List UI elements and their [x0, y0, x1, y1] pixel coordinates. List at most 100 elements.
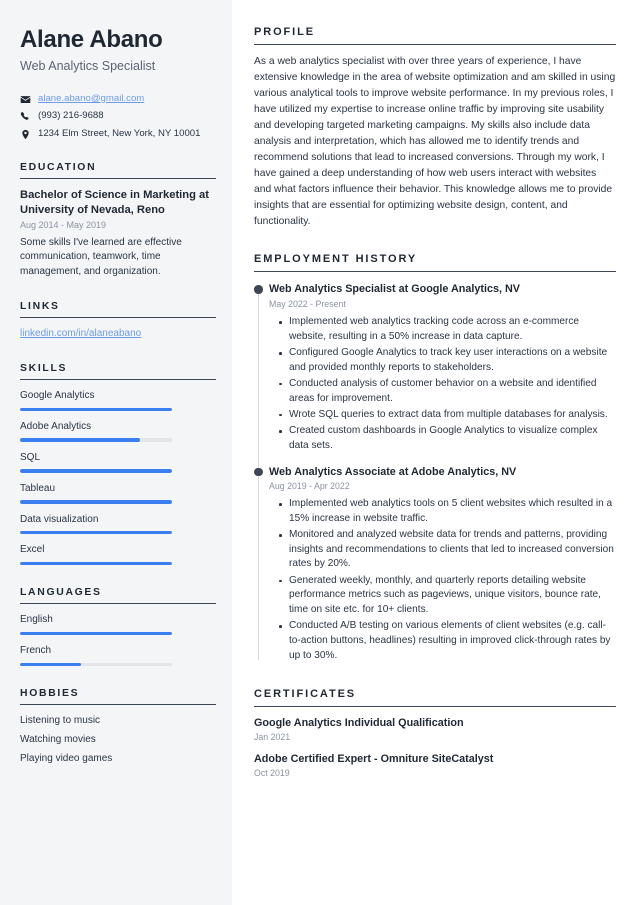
skill-label: Data visualization	[20, 513, 99, 525]
employment-bullet: Conducted analysis of customer behavior …	[279, 377, 616, 406]
section-certificates: CERTIFICATES Google Analytics Individual…	[254, 688, 616, 780]
resume-document: Alane Abano Web Analytics Specialist ala…	[0, 0, 640, 905]
contact-item: (993) 216-9688	[20, 110, 216, 122]
certificate-name: Adobe Certified Expert - Omniture SiteCa…	[254, 753, 494, 766]
contact-item: 1234 Elm Street, New York, NY 10001	[20, 128, 216, 140]
section-links: LINKS linkedin.com/in/alaneabano	[20, 301, 216, 341]
employment-bullet: Wrote SQL queries to extract data from m…	[279, 408, 616, 423]
skill-label: Excel	[20, 544, 45, 556]
employment-bullet: Conducted A/B testing on various element…	[279, 619, 616, 663]
certificate-item: Adobe Certified Expert - Omniture SiteCa…	[254, 752, 616, 779]
section-heading-education: EDUCATION	[20, 162, 216, 180]
section-heading-links: LINKS	[20, 301, 216, 318]
hobby-item: Listening to music	[20, 715, 101, 727]
language-level-bar	[20, 631, 172, 636]
language-level-fill	[20, 631, 172, 636]
employment-role: Web Analytics Associate at Adobe Analyti…	[269, 465, 517, 478]
education-date: Aug 2014 - May 2019	[20, 219, 107, 230]
employment-bullet: Configured Google Analytics to track key…	[279, 346, 616, 375]
employment-bullet: Monitored and analyzed website data for …	[279, 528, 616, 572]
certificate-date: Oct 2019	[254, 768, 290, 779]
section-heading-profile: PROFILE	[254, 26, 616, 45]
contact-text[interactable]: alane.abano@gmail.com	[38, 93, 144, 105]
section-education: EDUCATION Bachelor of Science in Marketi…	[20, 162, 216, 279]
skill: Google Analytics	[20, 389, 216, 411]
certificate-date: Jan 2021	[254, 731, 291, 742]
skill: Excel	[20, 543, 216, 566]
skill-label: Tableau	[20, 482, 56, 494]
employment-bullet-list: Implemented web analytics tools on 5 cli…	[269, 497, 616, 664]
language: English	[20, 613, 216, 636]
certificate-name: Google Analytics Individual Qualificatio…	[254, 716, 464, 729]
skill-level-bar	[20, 438, 172, 442]
employment-bullet: Created custom dashboards in Google Anal…	[279, 424, 616, 453]
education-list: Bachelor of Science in Marketing at Univ…	[20, 179, 216, 279]
section-heading-certificates: CERTIFICATES	[254, 688, 616, 707]
skill-level-fill	[20, 500, 172, 504]
employment-bullet: Implemented web analytics tracking code …	[279, 315, 616, 344]
skill-level-bar	[20, 531, 172, 535]
section-heading-hobbies: HOBBIES	[20, 688, 216, 706]
skill-level-fill	[20, 407, 172, 411]
contact-text: (993) 216-9688	[38, 110, 104, 122]
profile-summary-text: As a web analytics specialist with over …	[254, 56, 616, 227]
skill-level-bar	[20, 469, 172, 473]
section-heading-languages: LANGUAGES	[20, 587, 216, 605]
hobbies-list: Listening to music Watching movies Playing…	[20, 714, 216, 766]
employment-date: May 2022 - Present	[269, 298, 346, 309]
employment-bullet-list: Implemented web analytics tracking code …	[269, 315, 616, 454]
section-profile: PROFILE As a web analytics specialist wi…	[254, 26, 616, 229]
hobby-item: Watching movies	[20, 734, 96, 746]
section-employment-history: EMPLOYMENT HISTORY Web Analytics Special…	[254, 253, 616, 663]
resume-main-column: PROFILE As a web analytics specialist wi…	[232, 0, 640, 905]
skill-level-bar	[20, 500, 172, 504]
envelope-icon	[20, 94, 31, 105]
certificate-item: Google Analytics Individual Qualificatio…	[254, 716, 616, 743]
employment-bullet: Generated weekly, monthly, and quarterly…	[279, 574, 616, 618]
section-hobbies: HOBBIES Listening to music Watching movie…	[20, 688, 216, 766]
employment-bullet: Implemented web analytics tools on 5 cli…	[279, 497, 616, 526]
skill: Adobe Analytics	[20, 420, 216, 442]
education-degree: Bachelor of Science in Marketing at Univ…	[20, 189, 209, 217]
education-item: Bachelor of Science in Marketing at Univ…	[20, 188, 216, 279]
links-list: linkedin.com/in/alaneabano	[20, 327, 216, 341]
skill-level-fill	[20, 438, 141, 442]
section-heading-employment: EMPLOYMENT HISTORY	[254, 253, 616, 273]
language: French	[20, 644, 216, 667]
languages-list: English French	[20, 613, 216, 667]
timeline-dot-icon	[254, 467, 263, 477]
resume-sidebar: Alane Abano Web Analytics Specialist ala…	[0, 0, 232, 905]
hobby-item: Playing video games	[20, 753, 113, 765]
skill: Data visualization	[20, 513, 216, 535]
section-heading-skills: SKILLS	[20, 363, 216, 380]
skill-label: SQL	[20, 451, 41, 463]
link-item[interactable]: linkedin.com/in/alaneabano	[20, 327, 216, 341]
employment-role: Web Analytics Specialist at Google Analy…	[269, 283, 521, 296]
skill: Tableau	[20, 482, 216, 504]
employment-timeline: Web Analytics Specialist at Google Analy…	[254, 282, 616, 663]
candidate-name: Alane Abano	[20, 26, 163, 53]
language-level-bar	[20, 662, 172, 667]
skill-level-fill	[20, 469, 172, 473]
skill-level-bar	[20, 407, 172, 411]
language-level-fill	[20, 662, 81, 667]
contact-item[interactable]: alane.abano@gmail.com	[20, 93, 216, 105]
language-label: French	[20, 645, 52, 657]
candidate-job-title: Web Analytics Specialist	[20, 58, 156, 73]
contact-text: 1234 Elm Street, New York, NY 10001	[38, 127, 201, 139]
employment-item: Web Analytics Associate at Adobe Analyti…	[254, 465, 616, 664]
timeline-dot-icon	[254, 285, 263, 295]
skill-label: Google Analytics	[20, 390, 95, 401]
phone-icon	[20, 111, 31, 122]
certificates-list: Google Analytics Individual Qualificatio…	[254, 716, 616, 780]
location-pin-icon	[20, 129, 31, 140]
skill-level-fill	[20, 561, 172, 566]
skill-level-bar	[20, 561, 172, 566]
employment-date: Aug 2019 - Apr 2022	[269, 480, 350, 491]
section-languages: LANGUAGES English French	[20, 587, 216, 667]
section-skills: SKILLS Google Analytics Adobe Analytics SQ…	[20, 363, 216, 566]
employment-item: Web Analytics Specialist at Google Analy…	[254, 282, 616, 454]
contact-list: alane.abano@gmail.com (993) 216-9688 1234 …	[20, 93, 216, 140]
skill: SQL	[20, 451, 216, 473]
skills-list: Google Analytics Adobe Analytics SQL Tablea…	[20, 389, 216, 566]
